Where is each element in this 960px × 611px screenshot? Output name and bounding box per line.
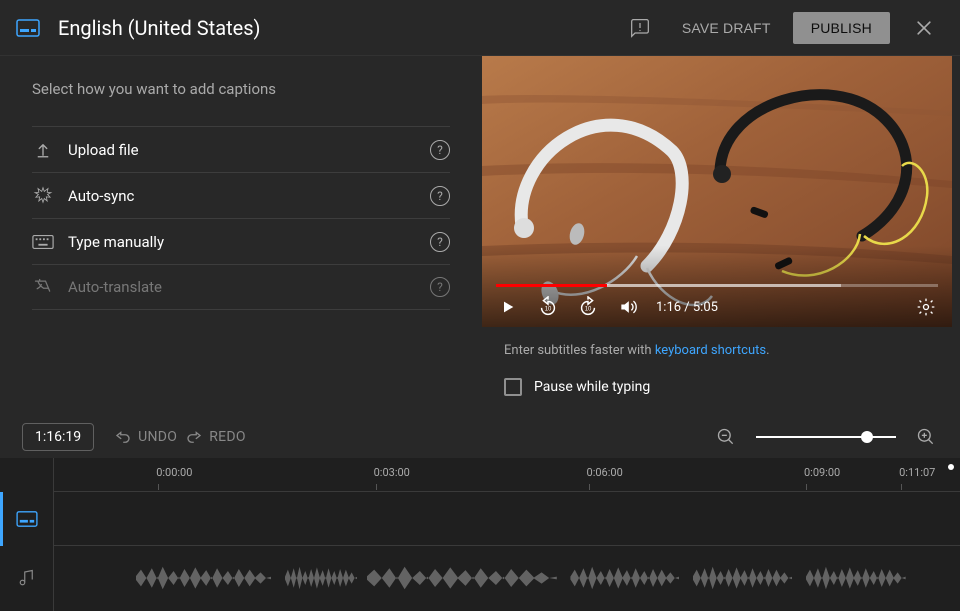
zoom-slider-thumb[interactable] <box>861 431 873 443</box>
timeline-tick: 0:09:00 <box>804 466 840 479</box>
undo-button[interactable]: UNDO <box>114 428 177 446</box>
redo-label: REDO <box>209 429 246 445</box>
shortcuts-link[interactable]: keyboard shortcuts <box>655 343 766 358</box>
waveform-segment <box>367 564 557 592</box>
gutter-ruler-cell <box>0 458 53 492</box>
video-meta: Enter subtitles faster with keyboard sho… <box>482 327 960 396</box>
feedback-icon[interactable] <box>620 8 660 48</box>
svg-text:10: 10 <box>545 307 552 313</box>
timeline-body[interactable]: 0:00:00 0:03:00 0:06:00 0:09:00 0:11:07 <box>54 458 960 611</box>
play-button[interactable] <box>496 295 520 319</box>
zoom-in-button[interactable] <box>914 425 938 449</box>
redo-button[interactable]: REDO <box>185 428 246 446</box>
forward-10-button[interactable]: 10 <box>576 295 600 319</box>
video-time-display: 1:16 / 5:05 <box>656 300 718 315</box>
undo-label: UNDO <box>138 429 177 445</box>
option-type-manually[interactable]: Type manually ? <box>32 218 450 264</box>
waveform <box>54 564 960 592</box>
option-auto-sync[interactable]: Auto-sync ? <box>32 172 450 218</box>
option-upload-file[interactable]: Upload file ? <box>32 126 450 172</box>
waveform-segment <box>285 564 357 592</box>
waveform-segment <box>806 564 906 592</box>
caption-track-icon[interactable] <box>0 492 53 546</box>
help-icon[interactable]: ? <box>430 186 450 206</box>
header-actions: SAVE DRAFT PUBLISH <box>620 8 944 48</box>
rewind-10-button[interactable]: 10 <box>536 295 560 319</box>
upload-icon <box>32 139 54 161</box>
timeline-overflow-indicator <box>948 464 954 470</box>
checkbox[interactable] <box>504 378 522 396</box>
waveform-segment <box>136 564 272 592</box>
caption-options-panel: Select how you want to add captions Uplo… <box>0 56 482 414</box>
option-label: Upload file <box>68 141 430 159</box>
zoom-out-button[interactable] <box>714 425 738 449</box>
settings-button[interactable] <box>914 295 938 319</box>
help-icon[interactable]: ? <box>430 232 450 252</box>
subtitle-icon <box>16 19 40 37</box>
volume-button[interactable] <box>616 295 640 319</box>
audio-track-icon[interactable] <box>0 546 53 610</box>
keyboard-icon <box>32 231 54 253</box>
option-auto-translate: Auto-translate ? <box>32 264 450 310</box>
zoom-slider[interactable] <box>756 436 896 438</box>
hint-suffix: . <box>766 343 769 358</box>
zoom-controls <box>714 425 938 449</box>
video-controls: 10 10 1:16 / 5:05 <box>482 287 952 327</box>
shortcuts-hint: Enter subtitles faster with keyboard sho… <box>504 343 946 358</box>
caption-prompt: Select how you want to add captions <box>32 80 450 98</box>
autosync-icon <box>32 185 54 207</box>
option-label: Auto-sync <box>68 187 430 205</box>
pause-while-typing-option[interactable]: Pause while typing <box>504 378 946 396</box>
option-label: Auto-translate <box>68 278 430 296</box>
timeline-tick: 0:11:07 <box>899 466 935 479</box>
timecode-input[interactable]: 1:16:19 <box>22 423 94 451</box>
header-bar: English (United States) SAVE DRAFT PUBLI… <box>0 0 960 56</box>
audio-track[interactable] <box>54 546 960 610</box>
help-icon[interactable]: ? <box>430 140 450 160</box>
timeline-tick: 0:03:00 <box>374 466 410 479</box>
hint-prefix: Enter subtitles faster with <box>504 343 655 358</box>
video-player[interactable]: 10 10 1:16 / 5:05 <box>482 56 952 327</box>
undo-redo-group: UNDO REDO <box>114 428 246 446</box>
save-draft-button[interactable]: SAVE DRAFT <box>668 12 785 44</box>
waveform-segment <box>570 564 679 592</box>
main-area: Select how you want to add captions Uplo… <box>0 56 960 414</box>
pause-label: Pause while typing <box>534 379 650 395</box>
timeline-tick: 0:06:00 <box>587 466 623 479</box>
timeline-toolbar: 1:16:19 UNDO REDO <box>0 414 960 458</box>
video-panel: 10 10 1:16 / 5:05 Enter subtitles faster… <box>482 56 960 414</box>
page-title: English (United States) <box>58 16 620 40</box>
svg-text:10: 10 <box>585 307 592 313</box>
waveform-segment <box>693 564 793 592</box>
option-label: Type manually <box>68 233 430 251</box>
timeline-gutter <box>0 458 54 611</box>
translate-icon <box>32 276 54 298</box>
timeline: 0:00:00 0:03:00 0:06:00 0:09:00 0:11:07 <box>0 458 960 611</box>
caption-track[interactable] <box>54 492 960 546</box>
help-icon[interactable]: ? <box>430 277 450 297</box>
active-track-indicator <box>0 492 3 546</box>
publish-button[interactable]: PUBLISH <box>793 12 890 44</box>
close-button[interactable] <box>904 8 944 48</box>
timeline-tick: 0:00:00 <box>156 466 192 479</box>
timeline-ruler[interactable]: 0:00:00 0:03:00 0:06:00 0:09:00 0:11:07 <box>54 458 960 492</box>
